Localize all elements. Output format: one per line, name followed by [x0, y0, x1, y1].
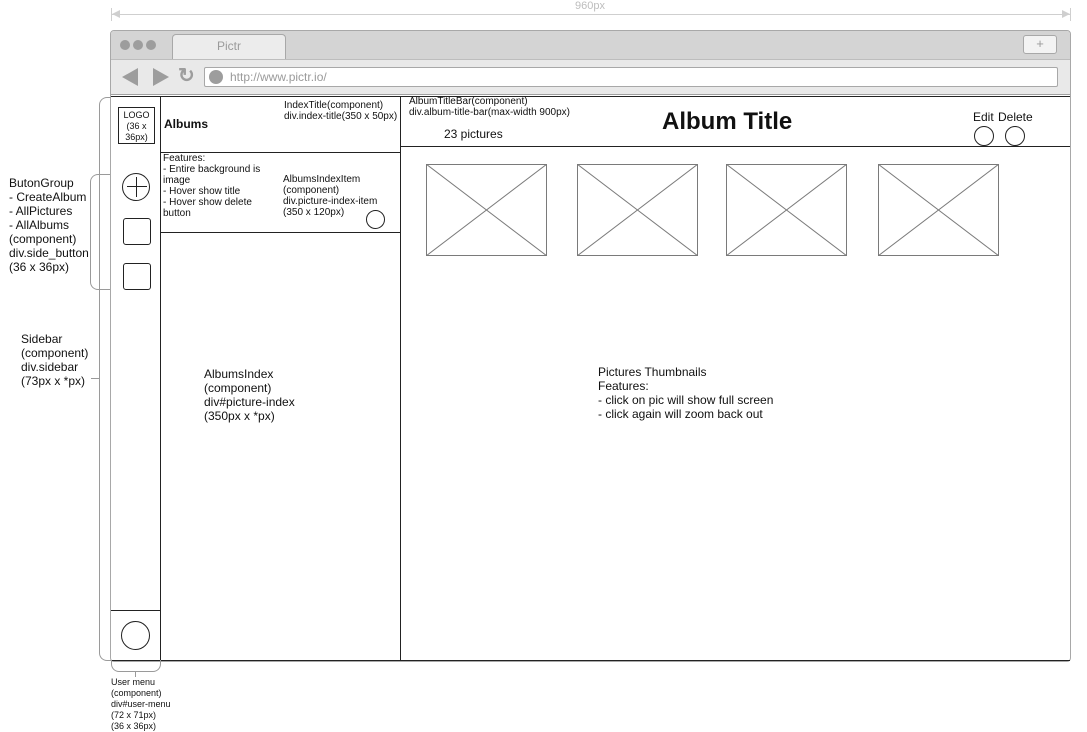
note-line: div.side_button — [9, 246, 89, 260]
browser-window — [110, 30, 1071, 662]
dimension-arrow-right-icon — [1062, 10, 1070, 18]
thumbnail-placeholder[interactable] — [426, 164, 547, 256]
note-line: image — [163, 175, 191, 186]
note-line: (component) — [204, 381, 272, 395]
content-top-border — [111, 96, 1070, 97]
thumbnail-placeholder[interactable] — [726, 164, 847, 256]
note-line: Pictures Thumbnails — [598, 365, 707, 379]
dimension-arrow-left-icon — [112, 10, 120, 18]
logo-line: 36px) — [125, 132, 148, 142]
forward-arrow-icon[interactable] — [153, 68, 169, 86]
note-line: (73px x *px) — [21, 374, 86, 388]
note-line: Sidebar — [21, 332, 63, 346]
note-line: IndexTitle(component) — [284, 100, 384, 111]
new-tab-button[interactable]: + — [1023, 35, 1057, 54]
user-menu-bracket — [111, 660, 161, 672]
note-line: (component) — [21, 346, 89, 360]
note-line: div.index-title(350 x 50px) — [284, 111, 398, 122]
width-dimension-label: 960px — [560, 0, 620, 12]
button-group-note: ButonGroup - CreateAlbum - AllPictures -… — [9, 176, 89, 274]
thumbnail-placeholder[interactable] — [577, 164, 698, 256]
note-line: (72 x 71px) — [111, 710, 157, 720]
note-line: ButonGroup — [9, 176, 74, 190]
note-line: div.picture-index-item — [283, 196, 378, 207]
content-bottom-border — [111, 660, 1070, 661]
album-title: Album Title — [662, 108, 793, 135]
albums-index-note: AlbumsIndex (component) div#picture-inde… — [204, 367, 295, 423]
reload-icon[interactable]: ↻ — [178, 66, 198, 86]
note-line: AlbumTitleBar(component) — [409, 96, 528, 107]
edit-button[interactable] — [974, 126, 994, 146]
note-line: AlbumsIndexItem — [283, 174, 361, 185]
sidebar-note: Sidebar (component) div.sidebar (73px x … — [21, 332, 88, 388]
url-bar[interactable] — [204, 67, 1058, 87]
note-line: - Entire background is — [163, 164, 261, 175]
user-avatar-icon[interactable] — [121, 621, 150, 650]
dimension-tick-right — [1070, 8, 1071, 21]
sidebar-bracket-tip — [91, 378, 100, 379]
thumbnail-placeholder[interactable] — [878, 164, 999, 256]
index-item-note: AlbumsIndexItem (component) div.picture-… — [283, 174, 377, 218]
delete-label: Delete — [998, 110, 1033, 124]
note-line: - AllPictures — [9, 204, 73, 218]
note-line: AlbumsIndex — [204, 367, 274, 381]
note-line: div.sidebar — [21, 360, 79, 374]
delete-album-button[interactable] — [366, 210, 385, 229]
user-menu-divider — [111, 610, 161, 611]
window-close-dot-icon[interactable] — [120, 40, 130, 50]
albums-title: Albums — [164, 117, 209, 131]
site-info-icon[interactable] — [209, 70, 223, 84]
note-line: (component) — [283, 185, 340, 196]
note-line: - click again will zoom back out — [598, 407, 763, 421]
all-albums-button[interactable] — [123, 263, 151, 290]
browser-tab[interactable]: Pictr — [172, 34, 286, 59]
logo[interactable]: LOGO (36 x 36px) — [118, 107, 155, 144]
note-line: Features: — [598, 379, 649, 393]
note-line: (350 x 120px) — [283, 207, 345, 218]
note-line: (component) — [9, 232, 77, 246]
index-title-note: IndexTitle(component) div.index-title(35… — [284, 100, 397, 122]
button-group-bracket — [90, 174, 110, 290]
plus-icon-vertical — [136, 177, 137, 197]
note-line: Features: — [163, 153, 206, 164]
note-line: - AllAlbums — [9, 218, 70, 232]
note-line: - CreateAlbum — [9, 190, 87, 204]
all-pictures-button[interactable] — [123, 218, 151, 245]
sidebar-right-border — [160, 96, 161, 661]
note-line: User menu — [111, 677, 156, 687]
note-line: (350px x *px) — [204, 409, 275, 423]
logo-line: LOGO — [123, 110, 150, 120]
logo-line: (36 x — [126, 121, 147, 131]
thumbnails-note: Pictures Thumbnails Features: - click on… — [598, 365, 773, 421]
note-line: (36 x 36px) — [111, 721, 157, 731]
picture-count: 23 pictures — [444, 127, 503, 141]
url-text[interactable]: http://www.pictr.io/ — [230, 70, 327, 84]
plus-icon-horizontal — [127, 186, 147, 187]
album-title-bar-note: AlbumTitleBar(component) div.album-title… — [409, 96, 570, 118]
window-minimize-dot-icon[interactable] — [133, 40, 143, 50]
album-title-bar-divider — [401, 146, 1070, 147]
index-item-divider — [161, 232, 401, 233]
albums-panel-right-border — [400, 96, 401, 661]
note-line: - Hover show delete — [163, 197, 252, 208]
edit-label: Edit — [973, 110, 994, 124]
note-line: (36 x 36px) — [9, 260, 70, 274]
note-line: - click on pic will show full screen — [598, 393, 774, 407]
note-line: button — [163, 208, 191, 219]
back-arrow-icon[interactable] — [122, 68, 138, 86]
user-menu-note: User menu (component) div#user-menu (72 … — [111, 677, 171, 732]
item-features-note: Features: - Entire background is image -… — [163, 153, 275, 219]
note-line: - Hover show title — [163, 186, 241, 197]
note-line: div.album-title-bar(max-width 900px) — [409, 107, 570, 118]
delete-button[interactable] — [1005, 126, 1025, 146]
width-dimension-line — [112, 14, 1070, 15]
note-line: div#picture-index — [204, 395, 295, 409]
note-line: div#user-menu — [111, 699, 171, 709]
note-line: (component) — [111, 688, 162, 698]
window-maximize-dot-icon[interactable] — [146, 40, 156, 50]
